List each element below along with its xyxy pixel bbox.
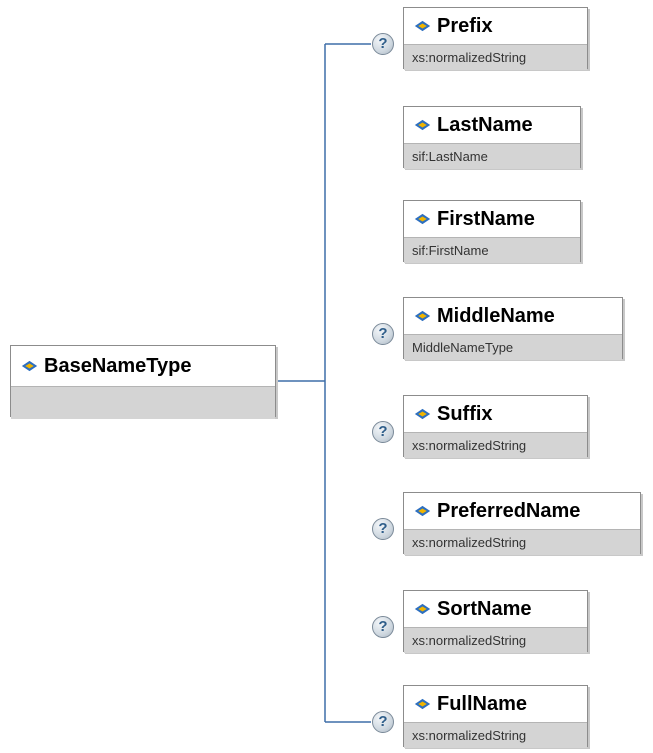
- optional-question-icon[interactable]: ?: [372, 323, 394, 345]
- element-node-lastname[interactable]: LastName sif:LastName: [403, 106, 581, 169]
- element-type: xs:normalizedString: [404, 432, 587, 458]
- element-diamond-icon: [414, 213, 431, 225]
- element-type: MiddleNameType: [404, 334, 622, 360]
- element-node-middlename[interactable]: MiddleName MiddleNameType: [403, 297, 623, 360]
- optional-question-icon[interactable]: ?: [372, 518, 394, 540]
- element-node-preferredname[interactable]: PreferredName xs:normalizedString: [403, 492, 641, 555]
- element-node-firstname[interactable]: FirstName sif:FirstName: [403, 200, 581, 263]
- element-node-title: Prefix: [404, 8, 587, 44]
- element-diamond-icon: [414, 20, 431, 32]
- element-node-title: FirstName: [404, 201, 580, 237]
- element-node-title: FullName: [404, 686, 587, 722]
- root-node-title: BaseNameType: [11, 346, 275, 386]
- element-name: Prefix: [437, 14, 493, 37]
- element-node-title: LastName: [404, 107, 580, 143]
- root-node-type: [11, 386, 275, 419]
- element-node-title: SortName: [404, 591, 587, 627]
- element-type: xs:normalizedString: [404, 44, 587, 70]
- element-diamond-icon: [414, 119, 431, 131]
- optional-question-icon[interactable]: ?: [372, 421, 394, 443]
- element-name: FirstName: [437, 207, 535, 230]
- element-node-fullname[interactable]: FullName xs:normalizedString: [403, 685, 588, 748]
- element-node-title: MiddleName: [404, 298, 622, 334]
- element-diamond-icon: [21, 360, 38, 372]
- element-node-title: PreferredName: [404, 493, 640, 529]
- element-type: xs:normalizedString: [404, 722, 587, 748]
- element-type: sif:FirstName: [404, 237, 580, 263]
- element-diamond-icon: [414, 310, 431, 322]
- element-node-title: Suffix: [404, 396, 587, 432]
- element-type: xs:normalizedString: [404, 627, 587, 653]
- element-node-sortname[interactable]: SortName xs:normalizedString: [403, 590, 588, 653]
- element-name: SortName: [437, 597, 532, 620]
- element-name: PreferredName: [437, 499, 581, 522]
- element-node-suffix[interactable]: Suffix xs:normalizedString: [403, 395, 588, 458]
- element-diamond-icon: [414, 603, 431, 615]
- optional-question-icon[interactable]: ?: [372, 711, 394, 733]
- element-node-prefix[interactable]: Prefix xs:normalizedString: [403, 7, 588, 70]
- element-diamond-icon: [414, 408, 431, 420]
- root-node-basenametype[interactable]: BaseNameType: [10, 345, 276, 419]
- optional-question-icon[interactable]: ?: [372, 616, 394, 638]
- element-type: xs:normalizedString: [404, 529, 640, 555]
- element-name: FullName: [437, 692, 528, 715]
- element-type: sif:LastName: [404, 143, 580, 169]
- optional-question-icon[interactable]: ?: [372, 33, 394, 55]
- element-name: Suffix: [437, 402, 493, 425]
- element-diamond-icon: [414, 505, 431, 517]
- element-name: MiddleName: [437, 304, 555, 327]
- element-name: LastName: [437, 113, 533, 136]
- root-node-name: BaseNameType: [44, 354, 192, 377]
- element-diamond-icon: [414, 698, 431, 710]
